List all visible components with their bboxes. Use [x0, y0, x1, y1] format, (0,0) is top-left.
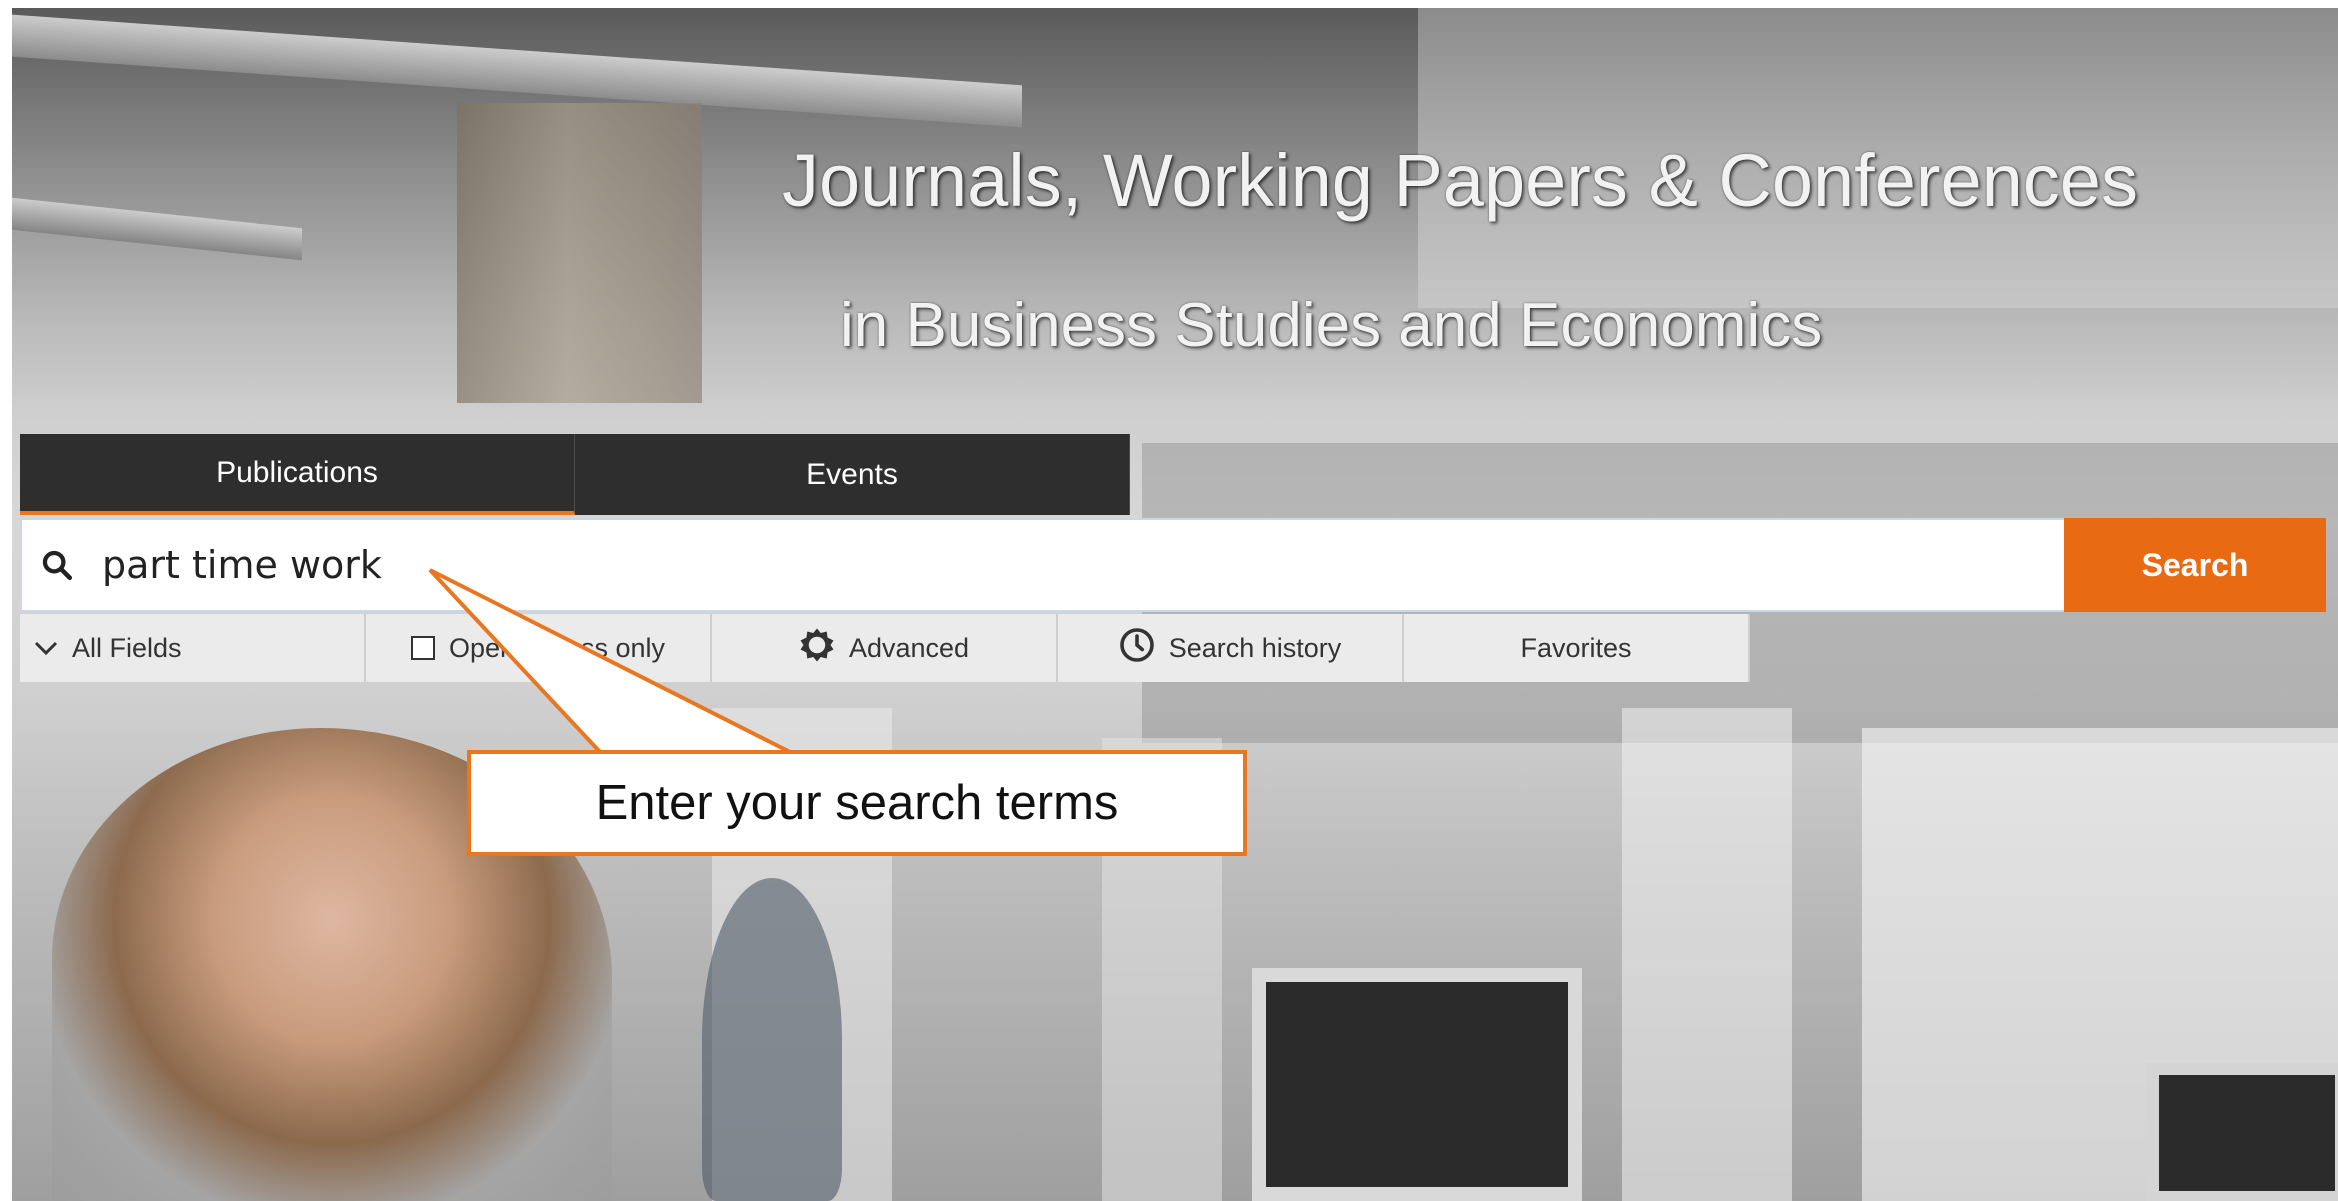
background-window	[1622, 708, 1792, 1201]
chevron-down-icon	[34, 633, 58, 664]
search-button[interactable]: Search	[2064, 518, 2326, 612]
clock-icon	[1119, 627, 1155, 670]
callout-box: Enter your search terms	[467, 750, 1247, 856]
open-access-label: Open Access only	[448, 632, 666, 663]
fields-dropdown[interactable]: All Fields	[20, 614, 366, 682]
favorites-button[interactable]: Favorites	[1404, 614, 1750, 682]
search-options: All Fields Open Access only Advanced Sea…	[20, 614, 1750, 682]
tab-publications[interactable]: Publications	[20, 434, 575, 515]
callout-text: Enter your search terms	[595, 776, 1119, 830]
search-input[interactable]	[92, 520, 2064, 610]
search-history-button[interactable]: Search history	[1058, 614, 1404, 682]
open-access-toggle[interactable]: Open Access only	[366, 614, 712, 682]
open-access-checkbox[interactable]	[410, 636, 435, 660]
background-monitor	[2147, 1063, 2338, 1201]
advanced-search-label: Advanced	[848, 632, 970, 663]
search-icon	[22, 520, 92, 610]
background-person	[702, 878, 842, 1201]
gear-icon	[799, 627, 835, 670]
tab-events[interactable]: Events	[575, 434, 1130, 515]
search-bar: Search	[20, 518, 2326, 612]
search-tabs: Publications Events	[20, 434, 1130, 515]
favorites-label: Favorites	[1520, 632, 1632, 663]
search-history-label: Search history	[1168, 632, 1342, 663]
hero-title: Journals, Working Papers & Conferences	[782, 139, 2138, 222]
hero-subtitle: in Business Studies and Economics	[840, 291, 1823, 360]
advanced-search-button[interactable]: Advanced	[712, 614, 1058, 682]
background-monitor	[1252, 968, 1582, 1201]
fields-dropdown-label: All Fields	[72, 632, 182, 663]
